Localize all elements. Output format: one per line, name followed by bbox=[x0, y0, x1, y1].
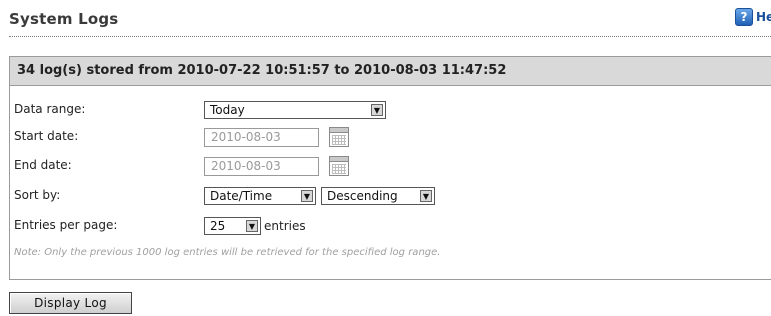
end-date-label: End date: bbox=[14, 158, 72, 172]
calendar-icon[interactable] bbox=[329, 156, 349, 176]
calendar-icon[interactable] bbox=[329, 127, 349, 147]
entries-per-page-select[interactable]: 25 ▼ bbox=[204, 217, 261, 235]
sort-field-select[interactable]: Date/Time ▼ bbox=[204, 187, 316, 205]
log-summary-header: 34 log(s) stored from 2010-07-22 10:51:5… bbox=[10, 57, 771, 86]
data-range-select[interactable]: Today ▼ bbox=[204, 101, 386, 119]
page-title: System Logs bbox=[9, 10, 119, 28]
chevron-down-icon: ▼ bbox=[371, 104, 383, 116]
end-date-input[interactable]: 2010-08-03 bbox=[204, 157, 319, 176]
help-icon[interactable]: ? bbox=[735, 8, 753, 26]
help-link[interactable]: ? Help bbox=[735, 8, 771, 26]
sort-field-value: Date/Time bbox=[210, 189, 273, 203]
chevron-down-icon: ▼ bbox=[246, 220, 258, 232]
sort-order-select[interactable]: Descending ▼ bbox=[321, 187, 435, 205]
entries-per-page-value: 25 bbox=[210, 219, 226, 233]
data-range-value: Today bbox=[210, 103, 245, 117]
chevron-down-icon: ▼ bbox=[301, 190, 313, 202]
entries-per-page-label: Entries per page: bbox=[14, 218, 118, 232]
data-range-label: Data range: bbox=[14, 102, 86, 116]
log-filter-panel: 34 log(s) stored from 2010-07-22 10:51:5… bbox=[9, 56, 771, 280]
title-divider bbox=[9, 36, 771, 37]
start-date-input[interactable]: 2010-08-03 bbox=[204, 128, 319, 147]
entries-suffix: entries bbox=[264, 219, 306, 233]
sort-order-value: Descending bbox=[327, 189, 398, 203]
retrieval-note: Note: Only the previous 1000 log entries… bbox=[14, 247, 441, 258]
sort-by-label: Sort by: bbox=[14, 188, 61, 202]
help-label[interactable]: Help bbox=[756, 10, 771, 24]
display-log-button[interactable]: Display Log bbox=[9, 292, 132, 314]
start-date-label: Start date: bbox=[14, 129, 79, 143]
chevron-down-icon: ▼ bbox=[420, 190, 432, 202]
